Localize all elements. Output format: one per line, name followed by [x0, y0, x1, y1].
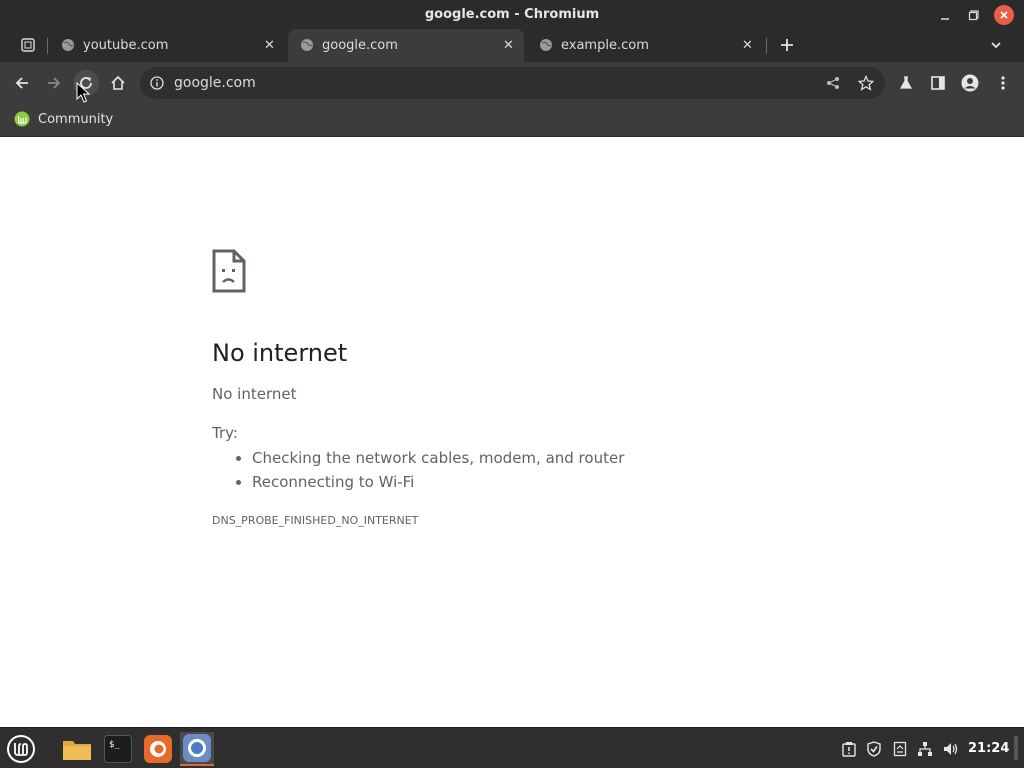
restore-icon	[968, 10, 979, 21]
side-panel-icon	[931, 76, 945, 90]
tab-strip: youtube.com ✕ google.com ✕ example.com ✕	[0, 29, 1024, 62]
tab-separator	[47, 38, 48, 54]
show-desktop-button[interactable]	[1014, 736, 1018, 760]
tab-google[interactable]: google.com ✕	[288, 29, 524, 62]
title-bar: google.com - Chromium	[0, 0, 1024, 29]
document-icon	[893, 741, 907, 757]
minimize-icon	[941, 18, 949, 20]
tray-updates[interactable]	[839, 739, 859, 759]
share-icon[interactable]	[826, 76, 840, 90]
window-title: google.com - Chromium	[424, 7, 600, 22]
close-tab-icon[interactable]: ✕	[503, 38, 514, 53]
kebab-menu-icon	[1001, 76, 1005, 90]
close-icon	[1000, 11, 1008, 19]
start-menu-button[interactable]	[4, 732, 38, 766]
tab-youtube[interactable]: youtube.com ✕	[49, 29, 285, 62]
error-heading: No internet	[212, 339, 348, 367]
mint-menu-icon	[7, 735, 35, 763]
svg-text:$_: $_	[109, 740, 120, 750]
error-code: DNS_PROBE_FINISHED_NO_INTERNET	[212, 514, 419, 527]
tray-shield[interactable]	[864, 739, 884, 759]
tab-label: example.com	[561, 38, 649, 53]
tab-example[interactable]: example.com ✕	[527, 29, 763, 62]
new-tab-button[interactable]	[774, 32, 800, 58]
chevron-down-icon	[991, 42, 1001, 49]
tab-overview-icon	[21, 38, 35, 52]
tray-network[interactable]	[915, 739, 935, 759]
star-icon[interactable]	[858, 75, 874, 91]
suggestion-list: Checking the network cables, modem, and …	[252, 447, 624, 495]
info-icon[interactable]	[150, 76, 164, 90]
globe-icon	[301, 39, 313, 51]
tray-volume[interactable]	[941, 739, 961, 759]
shield-icon	[867, 741, 881, 757]
folder-icon	[63, 741, 91, 760]
close-tab-icon[interactable]: ✕	[742, 38, 753, 53]
network-icon	[918, 742, 932, 756]
tab-list-button[interactable]	[983, 32, 1009, 58]
volume-icon	[944, 743, 958, 755]
back-button[interactable]	[9, 70, 35, 96]
linux-mint-icon	[14, 111, 30, 127]
tray-keyboard[interactable]	[890, 739, 910, 759]
clipboard-alert-icon	[842, 742, 856, 757]
browser-toolbar: google.com	[0, 62, 1024, 104]
error-summary: No internet	[212, 385, 297, 403]
suggestion-item: Reconnecting to Wi-Fi	[252, 471, 624, 495]
home-button[interactable]	[105, 70, 131, 96]
plus-icon	[781, 39, 793, 51]
bookmark-community[interactable]: Community	[14, 111, 113, 127]
taskbar: $_ 21:24	[0, 727, 1024, 768]
home-icon	[111, 75, 125, 90]
menu-button[interactable]	[990, 70, 1016, 96]
terminal-icon: $_	[104, 735, 132, 763]
page-content: No internet No internet Try: Checking th…	[0, 137, 1024, 727]
maximize-button[interactable]	[964, 5, 984, 25]
suggestion-item: Checking the network cables, modem, and …	[252, 447, 624, 471]
firefox-icon	[144, 735, 172, 763]
side-panel-button[interactable]	[925, 70, 951, 96]
address-bar[interactable]: google.com	[140, 67, 885, 99]
profile-button[interactable]	[957, 70, 983, 96]
bookmarks-bar: Community	[0, 104, 1024, 137]
close-window-button[interactable]	[994, 5, 1014, 25]
avatar-icon	[961, 74, 979, 92]
globe-icon	[540, 39, 552, 51]
clock[interactable]: 21:24	[968, 741, 1009, 756]
try-label: Try:	[212, 424, 238, 442]
bookmark-label: Community	[38, 111, 114, 127]
minimize-button[interactable]	[935, 5, 955, 25]
taskbar-terminal[interactable]: $_	[101, 732, 135, 766]
globe-icon	[62, 39, 74, 51]
chromium-icon	[183, 734, 211, 762]
arrow-left-icon	[15, 77, 28, 89]
flask-icon	[899, 76, 913, 89]
taskbar-firefox[interactable]	[141, 732, 175, 766]
taskbar-files[interactable]	[60, 732, 94, 766]
tab-separator	[766, 38, 767, 54]
tab-label: google.com	[322, 38, 398, 53]
arrow-right-icon	[48, 77, 61, 89]
mouse-cursor-icon	[76, 82, 90, 103]
tab-label: youtube.com	[83, 38, 169, 53]
forward-button[interactable]	[41, 70, 67, 96]
labs-button[interactable]	[893, 70, 919, 96]
taskbar-chromium[interactable]	[180, 732, 214, 766]
sad-page-icon	[212, 249, 246, 293]
close-tab-icon[interactable]: ✕	[264, 38, 275, 53]
tab-search-button[interactable]	[15, 32, 41, 58]
url-text[interactable]: google.com	[174, 75, 256, 91]
